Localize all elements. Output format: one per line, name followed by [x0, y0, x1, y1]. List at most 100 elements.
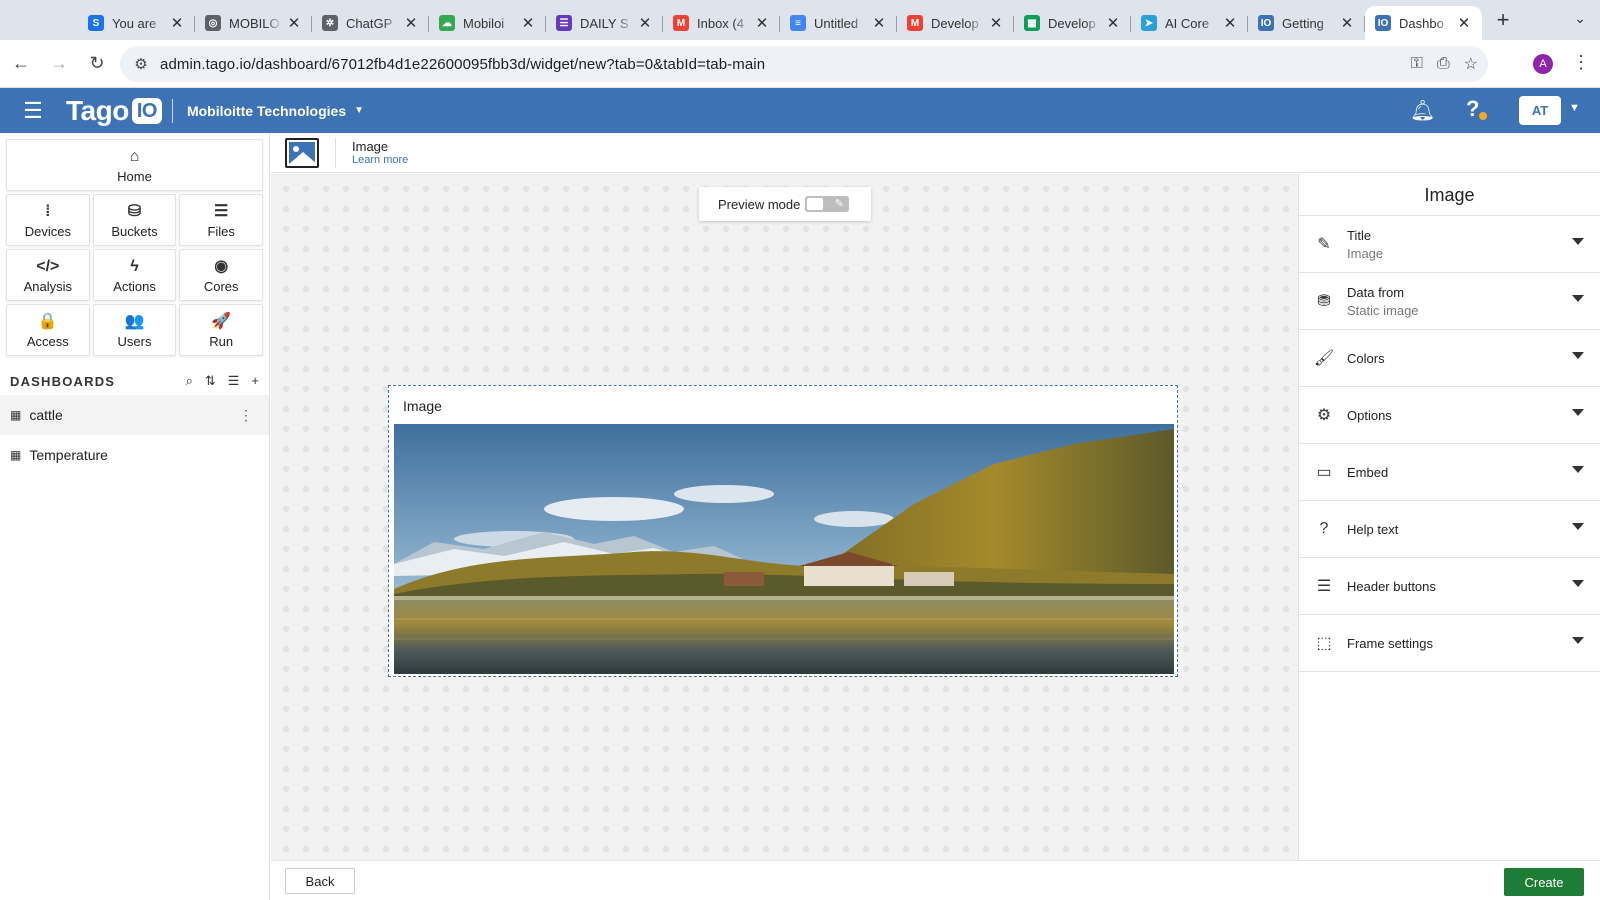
- dashboards-heading: DASHBOARDS: [10, 373, 116, 389]
- dashboard-list-item[interactable]: ▦ cattle ⋮: [0, 395, 269, 435]
- sidebar-item-actions[interactable]: ϟ Actions: [92, 249, 177, 301]
- settings-section-options[interactable]: ⚙ Options: [1299, 387, 1600, 444]
- browser-tab[interactable]: ▦ Develop ✕: [1014, 6, 1131, 40]
- close-tab-icon[interactable]: ✕: [871, 14, 887, 32]
- sort-icon[interactable]: ⇅: [205, 373, 216, 389]
- browser-tab[interactable]: ◎ MOBILO ✕: [195, 6, 312, 40]
- reload-icon[interactable]: ↻: [80, 47, 114, 81]
- new-tab-button[interactable]: +: [1488, 5, 1518, 35]
- lock-icon: 🔒: [37, 312, 58, 330]
- browser-tab[interactable]: ☰ DAILY S ✕: [546, 6, 663, 40]
- close-tab-icon[interactable]: ✕: [754, 14, 770, 32]
- close-tab-icon[interactable]: ✕: [520, 14, 536, 32]
- sidebar-item-run[interactable]: 🚀 Run: [179, 304, 264, 356]
- pencil-icon: ✎: [1317, 236, 1331, 253]
- settings-section-header-buttons[interactable]: ☰ Header buttons: [1299, 558, 1600, 615]
- sidebar-item-buckets[interactable]: ⛁ Buckets: [92, 194, 177, 246]
- tab-search-chevron-icon[interactable]: ⌄: [1574, 10, 1586, 27]
- tagoio-logo[interactable]: Tago IO: [66, 95, 162, 127]
- create-button[interactable]: Create: [1504, 868, 1584, 896]
- hamburger-menu-icon[interactable]: ☰: [0, 98, 66, 124]
- settings-section-frame-settings[interactable]: ⬚ Frame settings: [1299, 615, 1600, 672]
- account-avatar-button[interactable]: AT: [1519, 96, 1561, 125]
- browser-tab[interactable]: ☁ Mobiloi ✕: [429, 6, 546, 40]
- dashboard-list: ▦ cattle ⋮ ▦ Temperature: [0, 395, 269, 475]
- section-value: Image: [1347, 245, 1384, 261]
- account-caret-icon[interactable]: ▼: [1569, 102, 1580, 114]
- close-tab-icon[interactable]: ✕: [403, 14, 419, 32]
- sidebar-item-label: Devices: [24, 223, 71, 239]
- browser-menu-icon[interactable]: ⋮: [1572, 52, 1590, 73]
- close-tab-icon[interactable]: ✕: [1456, 14, 1472, 32]
- chevron-down-icon[interactable]: [1572, 637, 1584, 644]
- dashboard-list-item[interactable]: ▦ Temperature: [0, 435, 269, 475]
- back-arrow-icon[interactable]: ←: [4, 47, 38, 81]
- devices-icon: ⁞: [45, 202, 51, 220]
- close-tab-icon[interactable]: ✕: [169, 14, 185, 32]
- close-tab-icon[interactable]: ✕: [637, 14, 653, 32]
- close-tab-icon[interactable]: ✕: [1339, 14, 1355, 32]
- preview-mode-toggle[interactable]: ✎: [805, 196, 849, 212]
- add-dashboard-icon[interactable]: +: [251, 373, 259, 389]
- back-button[interactable]: Back: [285, 868, 355, 894]
- chevron-down-icon[interactable]: [1572, 466, 1584, 473]
- sidebar-item-access[interactable]: 🔒 Access: [6, 304, 90, 356]
- chevron-down-icon[interactable]: [1572, 409, 1584, 416]
- chevron-down-icon[interactable]: [1572, 238, 1584, 245]
- actions-icon: ϟ: [130, 257, 139, 275]
- chevron-down-icon[interactable]: [1572, 352, 1584, 359]
- sidebar-item-files[interactable]: ☰ Files: [179, 194, 264, 246]
- telegram-icon: ➤: [1141, 15, 1157, 31]
- settings-section-help-text[interactable]: ? Help text: [1299, 501, 1600, 558]
- home-icon: ⌂: [129, 147, 140, 165]
- help-icon[interactable]: ?: [1466, 96, 1488, 122]
- notifications-bell-icon[interactable]: 🔔︎: [1410, 98, 1435, 123]
- org-selector[interactable]: Mobiloitte Technologies ▼: [187, 103, 364, 119]
- sidebar-item-analysis[interactable]: </> Analysis: [6, 249, 90, 301]
- profile-avatar[interactable]: A: [1533, 54, 1553, 74]
- sheets-icon: ▦: [1024, 15, 1040, 31]
- settings-section-data-from[interactable]: ⛃ Data from Static image: [1299, 273, 1600, 330]
- embed-icon: ▭: [1316, 464, 1332, 481]
- more-options-icon[interactable]: ⋮: [239, 407, 253, 424]
- browser-tab[interactable]: M Inbox (4 ✕: [663, 6, 780, 40]
- image-widget-preview[interactable]: Image: [388, 385, 1178, 677]
- list-view-icon[interactable]: ☰: [228, 373, 240, 389]
- chevron-down-icon[interactable]: [1572, 295, 1584, 302]
- browser-tab[interactable]: IO Dashbo ✕: [1365, 6, 1482, 40]
- section-label: Header buttons: [1347, 578, 1436, 594]
- dashboards-header: DASHBOARDS ⌕ ⇅ ☰ +: [0, 367, 269, 395]
- address-bar[interactable]: ⚙ admin.tago.io/dashboard/67012fb4d1e226…: [120, 46, 1488, 82]
- install-app-icon[interactable]: ⎙: [1437, 55, 1450, 73]
- sidebar-item-home[interactable]: ⌂ Home: [6, 139, 263, 191]
- close-tab-icon[interactable]: ✕: [1222, 14, 1238, 32]
- sidebar-item-users[interactable]: 👥 Users: [92, 304, 177, 356]
- bookmark-star-icon[interactable]: ☆: [1464, 54, 1478, 74]
- browser-tab[interactable]: M Develop ✕: [897, 6, 1014, 40]
- close-tab-icon[interactable]: ✕: [988, 14, 1004, 32]
- url-text[interactable]: admin.tago.io/dashboard/67012fb4d1e22600…: [160, 56, 765, 73]
- sidebar-item-devices[interactable]: ⁞ Devices: [6, 194, 90, 246]
- search-icon[interactable]: ⌕: [186, 373, 193, 389]
- learn-more-link[interactable]: Learn more: [352, 154, 408, 166]
- browser-tab[interactable]: ✲ ChatGP ✕: [312, 6, 429, 40]
- browser-tab[interactable]: ➤ AI Core ✕: [1131, 6, 1248, 40]
- settings-section-title[interactable]: ✎ Title Image: [1299, 216, 1600, 273]
- sidebar-item-label: Buckets: [111, 223, 158, 239]
- browser-tab[interactable]: ≡ Untitled ✕: [780, 6, 897, 40]
- close-tab-icon[interactable]: ✕: [1105, 14, 1121, 32]
- chevron-down-icon[interactable]: [1572, 580, 1584, 587]
- browser-tab-strip: S You are ✕ ◎ MOBILO ✕ ✲ ChatGP ✕ ☁ Mobiloi ✕ ☰ DAILY…: [0, 0, 1600, 40]
- settings-section-colors[interactable]: 🖌 Colors: [1299, 330, 1600, 387]
- chevron-down-icon[interactable]: [1572, 523, 1584, 530]
- close-tab-icon[interactable]: ✕: [286, 14, 302, 32]
- section-label: Help text: [1347, 521, 1399, 537]
- browser-tab[interactable]: IO Getting ✕: [1248, 6, 1365, 40]
- settings-section-embed[interactable]: ▭ Embed: [1299, 444, 1600, 501]
- forward-arrow-icon[interactable]: →: [42, 47, 76, 81]
- browser-tab[interactable]: S You are ✕: [78, 6, 195, 40]
- password-key-icon[interactable]: ⚿: [1411, 55, 1423, 73]
- sidebar-item-cores[interactable]: ◉ Cores: [179, 249, 264, 301]
- site-settings-icon[interactable]: ⚙: [126, 55, 156, 73]
- sidebar-item-label: Cores: [203, 278, 239, 294]
